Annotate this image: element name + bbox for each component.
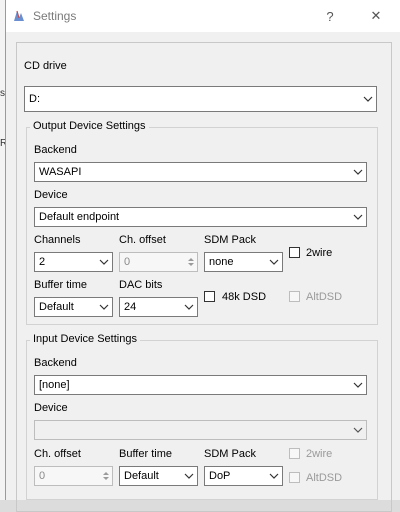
chevron-down-icon (266, 253, 282, 271)
output-ch-offset-spinner[interactable]: 0 (119, 252, 198, 272)
channels-value: 2 (39, 256, 46, 268)
output-backend-value: WASAPI (39, 166, 82, 178)
close-icon: ✕ (370, 8, 382, 23)
output-sdm-pack-value: none (209, 256, 234, 268)
output-2wire-label: 2wire (306, 247, 333, 259)
input-buffer-time-select[interactable]: Default (119, 466, 198, 486)
input-ch-offset-spinner[interactable]: 0 (34, 466, 113, 486)
dac-bits-label: DAC bits (119, 279, 163, 291)
chevron-down-icon (96, 253, 112, 271)
chevron-down-icon (360, 87, 376, 111)
input-backend-value: [none] (39, 379, 70, 391)
output-buffer-time-select[interactable]: Default (34, 297, 113, 317)
input-device-select[interactable] (34, 420, 367, 440)
chevron-down-icon (181, 298, 197, 316)
input-sdm-pack-select[interactable]: DoP (204, 466, 283, 486)
output-device-value: Default endpoint (39, 211, 120, 223)
output-backend-label: Backend (34, 144, 77, 156)
output-ch-offset-label: Ch. offset (119, 234, 166, 246)
output-sdm-pack-select[interactable]: none (204, 252, 283, 272)
app-icon (14, 10, 24, 21)
input-group-title: Input Device Settings (30, 333, 140, 345)
input-buffer-time-label: Buffer time (119, 448, 172, 460)
spinner-arrows-icon (100, 467, 112, 485)
output-device-label: Device (34, 189, 68, 201)
help-icon: ? (326, 8, 334, 24)
dsd48k-checkbox[interactable] (204, 291, 215, 302)
chevron-down-icon (181, 467, 197, 485)
title-bar[interactable]: Settings ? ✕ (6, 0, 400, 32)
help-button[interactable]: ? (314, 4, 346, 28)
input-backend-select[interactable]: [none] (34, 375, 367, 395)
input-ch-offset-label: Ch. offset (34, 448, 81, 460)
cd-drive-label: CD drive (24, 60, 67, 72)
output-group-title: Output Device Settings (30, 120, 149, 132)
input-sdm-pack-label: SDM Pack (204, 448, 256, 460)
output-altdsd-checkbox[interactable] (289, 291, 300, 302)
dac-bits-select[interactable]: 24 (119, 297, 198, 317)
output-backend-select[interactable]: WASAPI (34, 162, 367, 182)
dac-bits-value: 24 (124, 301, 137, 313)
close-button[interactable]: ✕ (360, 4, 392, 28)
cd-drive-value: D: (29, 93, 40, 105)
channels-select[interactable]: 2 (34, 252, 113, 272)
input-sdm-pack-value: DoP (209, 470, 231, 482)
chevron-down-icon (350, 208, 366, 226)
dialog-title: Settings (33, 9, 77, 23)
output-sdm-pack-label: SDM Pack (204, 234, 256, 246)
output-buffer-time-value: Default (39, 301, 74, 313)
cd-drive-select[interactable]: D: (24, 86, 377, 112)
output-ch-offset-value: 0 (124, 256, 131, 268)
input-altdsd-checkbox[interactable] (289, 472, 300, 483)
chevron-down-icon (96, 298, 112, 316)
channels-label: Channels (34, 234, 81, 246)
output-2wire-checkbox[interactable] (289, 247, 300, 258)
input-altdsd-label: AltDSD (306, 472, 343, 484)
input-device-label: Device (34, 402, 68, 414)
chevron-down-icon (350, 376, 366, 394)
settings-dialog: Settings ? ✕ CD drive D: Output Device S… (5, 0, 400, 512)
output-device-select[interactable]: Default endpoint (34, 207, 367, 227)
output-altdsd-label: AltDSD (306, 291, 343, 303)
chevron-down-icon (350, 421, 366, 439)
spinner-arrows-icon (185, 253, 197, 271)
input-2wire-checkbox[interactable] (289, 448, 300, 459)
input-ch-offset-value: 0 (39, 470, 46, 482)
output-buffer-time-label: Buffer time (34, 279, 87, 291)
input-backend-label: Backend (34, 357, 77, 369)
chevron-down-icon (350, 163, 366, 181)
input-buffer-time-value: Default (124, 470, 159, 482)
chevron-down-icon (266, 467, 282, 485)
dsd48k-label: 48k DSD (222, 291, 267, 303)
input-2wire-label: 2wire (306, 448, 333, 460)
